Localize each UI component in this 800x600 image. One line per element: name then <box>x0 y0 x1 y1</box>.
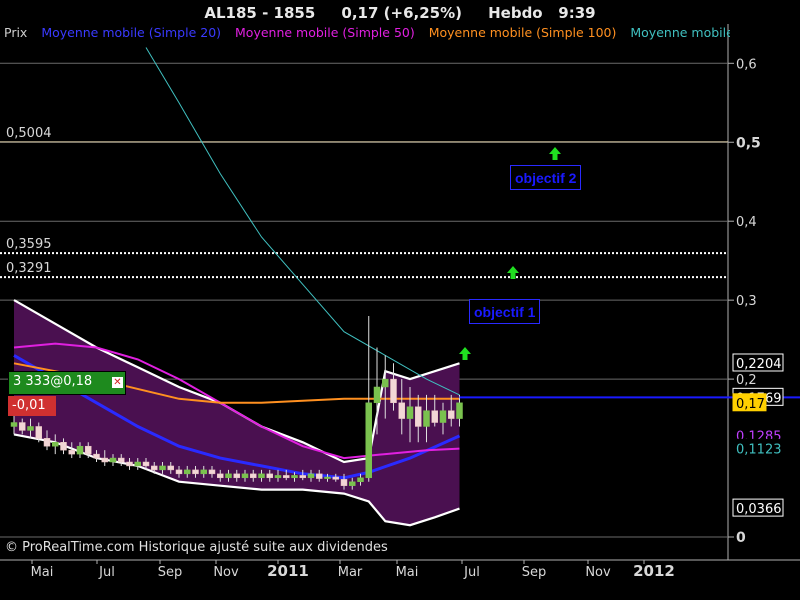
candle[interactable] <box>233 473 240 479</box>
candle[interactable] <box>151 465 158 471</box>
candle[interactable] <box>60 442 67 451</box>
candle[interactable] <box>266 473 273 479</box>
candle[interactable] <box>85 445 92 455</box>
copyright-text: © ProRealTime.com Historique ajusté suit… <box>5 540 388 555</box>
candle[interactable] <box>118 457 125 463</box>
candle[interactable] <box>332 476 339 480</box>
candle[interactable] <box>439 410 447 423</box>
legend-price: Prix <box>4 25 28 40</box>
time-tick-label: Mai <box>31 565 54 580</box>
time-tick-label: Nov <box>585 565 611 580</box>
level-label: 0,3595 <box>6 237 52 252</box>
candle[interactable] <box>299 475 306 479</box>
candle[interactable] <box>175 469 183 475</box>
position-label: 3 333@0,18 <box>13 374 93 389</box>
candle[interactable] <box>448 410 455 419</box>
candle[interactable] <box>10 422 18 427</box>
legend-sma200: Moyenne mobile (Simple 200) <box>630 25 730 40</box>
price-tick-label: 0,3 <box>736 294 757 309</box>
candle[interactable] <box>398 402 405 419</box>
candle[interactable] <box>390 378 397 404</box>
time-tick-label: 2012 <box>633 562 675 580</box>
time-tick-label: Sep <box>158 565 183 580</box>
price-badge-label: 0,0366 <box>736 502 782 517</box>
candle[interactable] <box>93 453 100 459</box>
candle[interactable] <box>35 426 42 439</box>
candle[interactable] <box>159 465 166 471</box>
candle[interactable] <box>373 386 381 404</box>
price-badge-label: 0,1123 <box>736 442 782 457</box>
price-badge-label: 0,17 <box>736 397 765 412</box>
candle[interactable] <box>192 469 199 475</box>
candle[interactable] <box>340 479 348 486</box>
price-tick-label: 0,2 <box>736 373 757 388</box>
candle[interactable] <box>349 481 356 486</box>
time-tick-label: Nov <box>213 565 239 580</box>
candle[interactable] <box>316 473 323 479</box>
indicator-legend: Prix Moyenne mobile (Simple 20) Moyenne … <box>4 25 730 43</box>
price-badge-label: 0,2204 <box>736 357 782 372</box>
close-position-icon[interactable]: ✕ <box>112 377 123 388</box>
candle[interactable] <box>167 465 174 471</box>
candle[interactable] <box>307 473 315 479</box>
candle[interactable] <box>184 469 191 475</box>
time-tick-label: Mar <box>338 565 363 580</box>
candle[interactable] <box>291 475 298 479</box>
candle[interactable] <box>423 410 430 427</box>
candle[interactable] <box>208 469 216 475</box>
candle[interactable] <box>134 461 141 467</box>
level-label: 0,3291 <box>6 261 52 276</box>
price-chart[interactable]: 0,6 0,5 0,4 0,3 0,2 0 0,5004 0,3595 0,3291 0,2204… <box>0 0 800 600</box>
candle[interactable] <box>283 475 290 479</box>
legend-sma50: Moyenne mobile (Simple 50) <box>235 25 415 40</box>
objective-1-text: objectif 1 <box>474 304 536 320</box>
time-tick-label: Jul <box>463 565 480 580</box>
candle[interactable] <box>27 426 34 431</box>
candle[interactable] <box>101 457 108 463</box>
objective-2-label: objectif 2 <box>510 165 582 190</box>
candle[interactable] <box>456 402 463 419</box>
candle[interactable] <box>52 442 59 447</box>
position-box[interactable]: 3 333@0,18 ✕ <box>8 371 126 395</box>
price-tick-label: 0,4 <box>736 215 757 230</box>
pnl-box: -0,01 <box>8 396 56 416</box>
legend-sma100: Moyenne mobile (Simple 100) <box>428 25 617 40</box>
candle[interactable] <box>324 476 331 479</box>
candle[interactable] <box>365 402 372 479</box>
candle[interactable] <box>109 457 117 463</box>
time-tick-label: Sep <box>522 565 547 580</box>
candle[interactable] <box>415 406 422 427</box>
candle[interactable] <box>250 473 257 479</box>
time-tick-label: Mai <box>396 565 419 580</box>
candle[interactable] <box>200 469 207 475</box>
price-tick-label: 0 <box>736 530 746 546</box>
pnl-label: -0,01 <box>12 398 46 413</box>
level-label: 0,5004 <box>6 126 52 141</box>
legend-sma20: Moyenne mobile (Simple 20) <box>41 25 222 40</box>
copyright-footer: © ProRealTime.com Historique ajusté suit… <box>5 540 388 555</box>
candle[interactable] <box>76 445 84 455</box>
candle[interactable] <box>357 477 364 482</box>
objective-2-text: objectif 2 <box>515 170 577 186</box>
time-tick-label: 2011 <box>267 562 309 580</box>
candle[interactable] <box>274 475 282 479</box>
candle[interactable] <box>406 406 414 419</box>
candle[interactable] <box>382 378 389 388</box>
price-tick-label: 0,5 <box>736 135 761 151</box>
candle[interactable] <box>19 422 26 431</box>
candle[interactable] <box>225 473 232 479</box>
candle[interactable] <box>431 410 438 423</box>
candle[interactable] <box>126 461 133 467</box>
time-tick-label: Jul <box>98 565 115 580</box>
candle[interactable] <box>217 473 224 479</box>
candle[interactable] <box>258 473 265 479</box>
candle[interactable] <box>142 461 150 467</box>
objective-1-label: objectif 1 <box>469 299 541 324</box>
candle[interactable] <box>241 473 249 479</box>
price-tick-label: 0,6 <box>736 57 757 72</box>
candle[interactable] <box>68 449 75 455</box>
candle[interactable] <box>43 438 51 447</box>
